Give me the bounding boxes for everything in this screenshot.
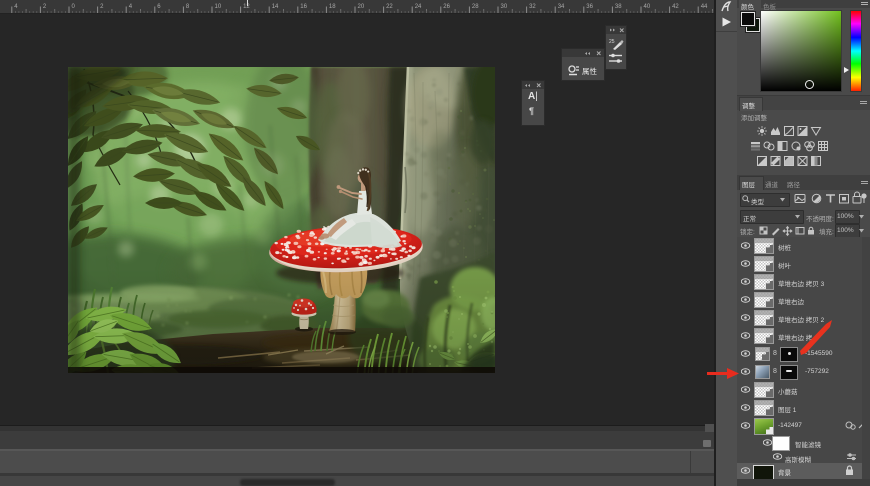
svg-text:18: 18 bbox=[329, 4, 336, 10]
svg-text:14: 14 bbox=[272, 4, 279, 10]
svg-text:25: 25 bbox=[609, 39, 615, 45]
svg-text:2: 2 bbox=[43, 4, 47, 10]
svg-text:44: 44 bbox=[701, 4, 708, 10]
svg-text:4: 4 bbox=[129, 4, 133, 10]
svg-text:32: 32 bbox=[529, 4, 536, 10]
svg-text:36: 36 bbox=[586, 4, 593, 10]
svg-text:24: 24 bbox=[415, 4, 422, 10]
svg-text:34: 34 bbox=[558, 4, 565, 10]
svg-text:42: 42 bbox=[672, 4, 679, 10]
svg-text:12: 12 bbox=[243, 4, 250, 10]
svg-text:30: 30 bbox=[501, 4, 508, 10]
svg-text:0: 0 bbox=[72, 4, 76, 10]
svg-text:28: 28 bbox=[472, 4, 479, 10]
svg-text:40: 40 bbox=[644, 4, 651, 10]
svg-text:6: 6 bbox=[157, 4, 161, 10]
svg-text:8: 8 bbox=[186, 4, 190, 10]
svg-text:10: 10 bbox=[215, 4, 222, 10]
svg-text:26: 26 bbox=[443, 4, 450, 10]
svg-text:38: 38 bbox=[615, 4, 622, 10]
svg-text:2: 2 bbox=[100, 4, 104, 10]
svg-text:16: 16 bbox=[300, 4, 307, 10]
svg-text:4: 4 bbox=[14, 4, 18, 10]
svg-text:20: 20 bbox=[358, 4, 365, 10]
svg-text:22: 22 bbox=[386, 4, 393, 10]
